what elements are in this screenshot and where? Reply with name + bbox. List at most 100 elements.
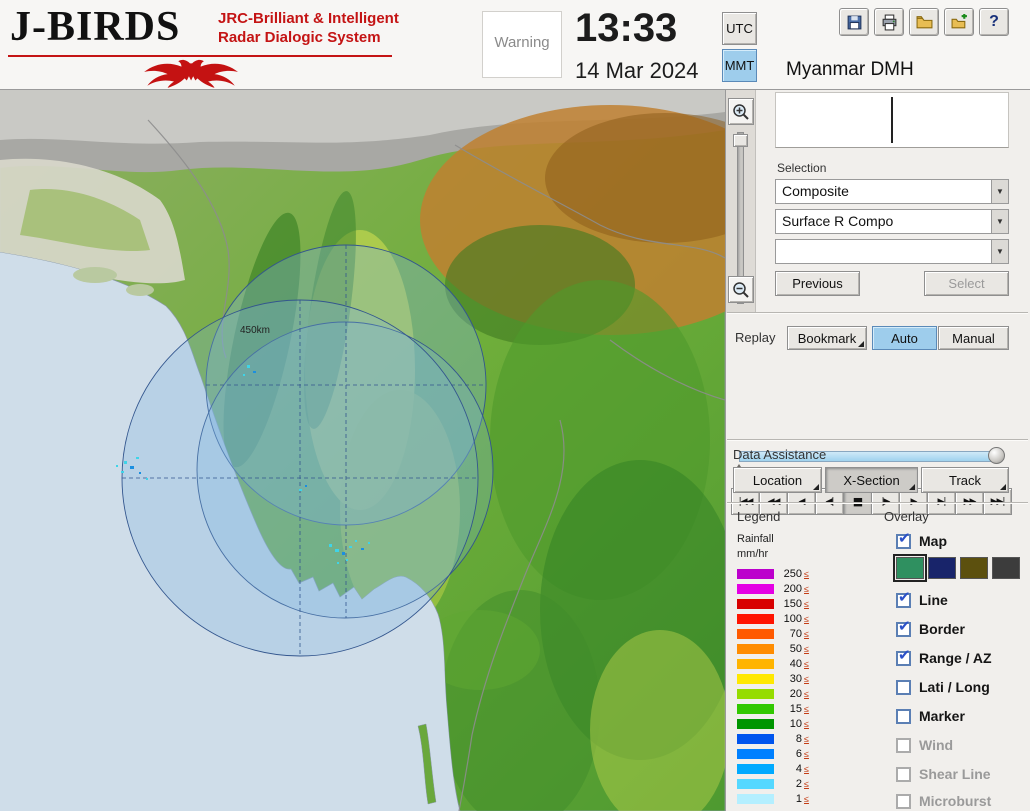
checkbox-map[interactable]: ✔	[896, 529, 911, 549]
legend-color-swatch	[737, 778, 774, 789]
overlay-item-map[interactable]: ✔ Map	[896, 529, 947, 551]
legend-row: 30 ≤	[737, 671, 827, 686]
legend-lte-symbol: ≤	[804, 703, 809, 714]
legend-lte-symbol: ≤	[804, 583, 809, 594]
chevron-down-icon[interactable]: ▼	[991, 210, 1008, 233]
logo-tagline: JRC-Brilliant & Intelligent Radar Dialog…	[218, 10, 399, 48]
warning-panel[interactable]: Warning	[482, 11, 562, 78]
print-icon	[882, 14, 896, 30]
legend-row: 15 ≤	[737, 701, 827, 716]
zoom-out-button[interactable]	[728, 276, 754, 303]
zoom-in-button[interactable]	[728, 98, 754, 125]
legend-title: Legend	[737, 509, 781, 524]
product-info-box[interactable]	[775, 92, 1009, 148]
location-button[interactable]: Location	[733, 467, 822, 493]
app-logo: J-BIRDS	[10, 6, 180, 48]
help-button[interactable]: ?	[979, 8, 1009, 36]
logo-tagline-line1: JRC-Brilliant & Intelligent	[218, 10, 399, 27]
legend-lte-symbol: ≤	[804, 688, 809, 699]
legend-color-swatch	[737, 763, 774, 774]
legend-value: 50	[789, 642, 802, 655]
legend-row: 1 ≤	[737, 791, 827, 806]
radar-map[interactable]: 450km	[0, 90, 725, 811]
map-style-swatches	[893, 554, 1024, 582]
chevron-down-icon[interactable]: ▼	[991, 180, 1008, 203]
legend-row: 100 ≤	[737, 611, 827, 626]
overlay-item-wind: Wind	[896, 735, 953, 755]
legend-rainfall-label: Rainfall	[737, 533, 774, 545]
checkbox-line[interactable]: ✔	[896, 588, 911, 608]
overlay-lati-long-label: Lati / Long	[919, 679, 990, 695]
corner-triangle-icon	[909, 484, 915, 490]
x-section-label: X-Section	[843, 472, 900, 488]
overlay-wind-label: Wind	[919, 737, 954, 753]
save-button[interactable]	[839, 8, 869, 36]
checkbox-lati-long[interactable]	[896, 679, 911, 695]
legend-row: 200 ≤	[737, 581, 827, 596]
legend-value: 4	[795, 762, 802, 775]
auto-mode-button[interactable]: Auto	[872, 326, 937, 350]
overlay-line-label: Line	[919, 592, 948, 608]
timeline-thumb[interactable]	[988, 447, 1005, 464]
open-folder-icon	[916, 15, 932, 28]
open-folder-button[interactable]	[909, 8, 939, 36]
legend-row: 4 ≤	[737, 761, 827, 776]
mmt-button[interactable]: MMT	[722, 49, 757, 82]
legend-row: 40 ≤	[737, 656, 827, 671]
manual-mode-button[interactable]: Manual	[938, 326, 1009, 350]
product-option-dropdown[interactable]: ▼	[775, 239, 1009, 264]
bookmark-button[interactable]: Bookmark	[787, 326, 867, 350]
track-button[interactable]: Track	[921, 467, 1009, 493]
x-section-button[interactable]: X-Section	[825, 467, 918, 493]
checkbox-range-az[interactable]: ✔	[896, 646, 911, 666]
product-name-dropdown[interactable]: Surface R Compo ▼	[775, 209, 1009, 234]
select-button[interactable]: Select	[924, 271, 1009, 296]
legend-lte-symbol: ≤	[804, 628, 809, 639]
overlay-shear-line-label: Shear Line	[919, 766, 991, 782]
app-window: J-BIRDS JRC-Brilliant & Intelligent Rada…	[0, 0, 1030, 811]
legend-color-swatch	[737, 628, 774, 639]
track-label: Track	[948, 472, 982, 488]
legend-row: 250 ≤	[737, 566, 827, 581]
checkbox-border[interactable]: ✔	[896, 617, 911, 637]
legend-row: 150 ≤	[737, 596, 827, 611]
checkbox-marker[interactable]	[896, 708, 911, 724]
utc-button[interactable]: UTC	[722, 12, 757, 45]
range-label: 450km	[240, 325, 270, 336]
overlay-item-marker[interactable]: Marker	[896, 706, 965, 726]
save-icon	[847, 15, 861, 29]
rainfall-legend: 250 ≤ 200 ≤ 150 ≤ 100 ≤ 70 ≤ 50 ≤ 40 ≤ 30 ≤ 20 ≤ …	[737, 566, 827, 806]
overlay-item-line[interactable]: ✔ Line	[896, 588, 948, 610]
map-style-swatch-navy[interactable]	[928, 557, 956, 579]
logo-title: J-BIRDS	[10, 4, 181, 50]
overlay-item-range-az[interactable]: ✔ Range / AZ	[896, 646, 992, 668]
legend-value: 1	[795, 792, 802, 805]
magnifier-plus-icon	[733, 103, 749, 120]
product-type-dropdown[interactable]: Composite ▼	[775, 179, 1009, 204]
overlay-marker-label: Marker	[919, 708, 965, 724]
divider	[727, 312, 1028, 314]
info-box-divider	[891, 97, 893, 143]
overlay-item-lati-long[interactable]: Lati / Long	[896, 677, 990, 697]
legend-lte-symbol: ≤	[804, 793, 809, 804]
clock-date: 14 Mar 2024	[575, 58, 699, 83]
zoom-slider-thumb[interactable]	[733, 134, 748, 147]
legend-row: 70 ≤	[737, 626, 827, 641]
legend-value: 30	[789, 672, 802, 685]
legend-lte-symbol: ≤	[804, 598, 809, 609]
previous-button[interactable]: Previous	[775, 271, 860, 296]
legend-color-swatch	[737, 613, 774, 624]
divider	[727, 502, 1028, 504]
chevron-down-icon[interactable]: ▼	[991, 240, 1008, 263]
legend-unit-label: mm/hr	[737, 548, 769, 560]
print-button[interactable]	[874, 8, 904, 36]
legend-color-swatch	[737, 703, 774, 714]
legend-color-swatch	[737, 658, 774, 669]
map-style-swatch-gray[interactable]	[992, 557, 1020, 579]
import-button[interactable]	[944, 8, 974, 36]
map-style-swatch-green[interactable]	[893, 554, 927, 582]
map-style-swatch-olive[interactable]	[960, 557, 988, 579]
overlay-title: Overlay	[884, 509, 929, 524]
overlay-item-border[interactable]: ✔ Border	[896, 617, 965, 639]
legend-lte-symbol: ≤	[804, 568, 809, 579]
